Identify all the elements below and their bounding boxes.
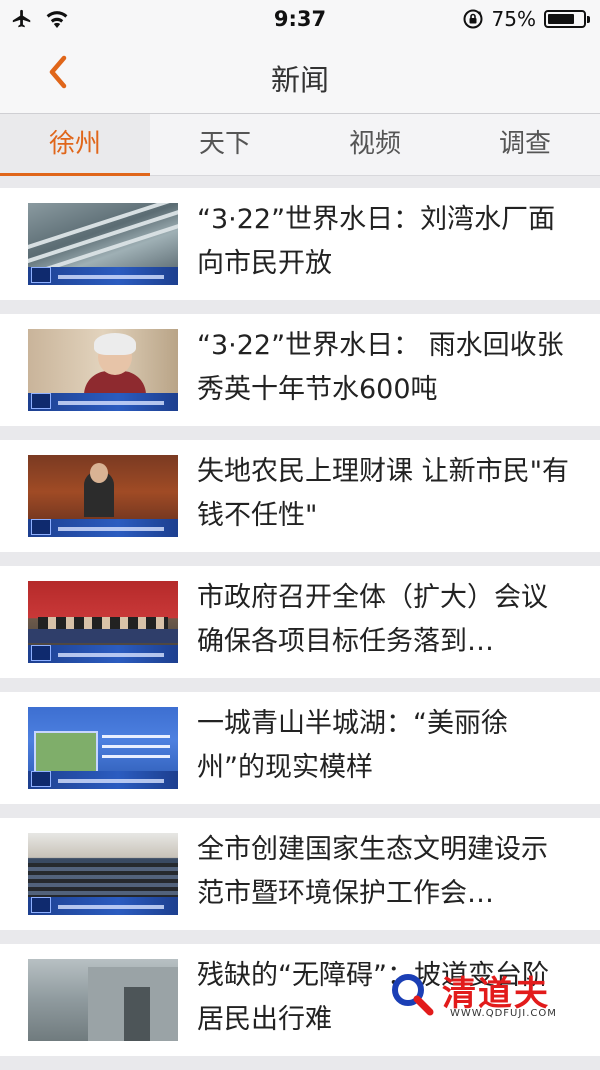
news-thumbnail — [28, 455, 178, 537]
news-list: “3·22”世界水日：刘湾水厂面向市民开放 “3·22”世界水日： 雨水回收张秀… — [0, 188, 600, 1070]
news-item[interactable]: 失地农民上理财课 让新市民"有钱不任性" — [0, 440, 600, 552]
news-title: “3·22”世界水日： 雨水回收张秀英十年节水600吨 — [197, 330, 564, 405]
news-thumbnail — [28, 959, 178, 1041]
news-item[interactable]: “3·22”世界水日： 雨水回收张秀英十年节水600吨 — [0, 314, 600, 426]
watermark-url: WWW.QDFUJI.COM — [450, 1008, 557, 1019]
status-right-icons: 75% — [462, 7, 590, 31]
status-bar: 9:37 75% — [0, 0, 600, 40]
news-title: 一城青山半城湖：“美丽徐州”的现实模样 — [197, 708, 508, 783]
news-item[interactable]: 全市创建国家生态文明建设示范市暨环境保护工作会… — [0, 818, 600, 930]
navigation-bar: 新闻 — [0, 40, 600, 114]
news-title: “3·22”世界水日：刘湾水厂面向市民开放 — [197, 204, 556, 279]
news-title: 全市创建国家生态文明建设示范市暨环境保护工作会… — [197, 834, 548, 909]
battery-percent: 75% — [491, 7, 536, 31]
tab-label: 调查 — [498, 129, 551, 159]
news-thumbnail — [28, 581, 178, 663]
tab-tianxia[interactable]: 天下 — [150, 114, 300, 175]
news-title: 市政府召开全体（扩大）会议 确保各项目标任务落到… — [197, 582, 548, 657]
battery-icon — [544, 10, 590, 28]
news-item[interactable]: “3·22”世界水日：刘湾水厂面向市民开放 — [0, 188, 600, 300]
category-tabs: 徐州 天下 视频 调查 — [0, 114, 600, 176]
news-thumbnail — [28, 833, 178, 915]
news-title: 失地农民上理财课 让新市民"有钱不任性" — [197, 456, 570, 531]
news-thumbnail — [28, 329, 178, 411]
news-thumbnail — [28, 203, 178, 285]
news-thumbnail — [28, 707, 178, 789]
news-item[interactable]: 市政府召开全体（扩大）会议 确保各项目标任务落到… — [0, 566, 600, 678]
tab-label: 天下 — [198, 129, 251, 159]
tab-video[interactable]: 视频 — [300, 114, 450, 175]
news-item[interactable]: 一城青山半城湖：“美丽徐州”的现实模样 — [0, 692, 600, 804]
rotation-lock-icon — [463, 9, 483, 29]
battery-level — [548, 14, 574, 24]
watermark-logo: 清道夫 WWW.QDFUJI.COM — [390, 964, 590, 1022]
tab-xuzhou[interactable]: 徐州 — [0, 114, 150, 176]
page-title: 新闻 — [270, 63, 329, 97]
tab-survey[interactable]: 调查 — [450, 114, 600, 175]
tab-label: 徐州 — [48, 129, 101, 159]
tab-label: 视频 — [348, 129, 401, 159]
magnifier-logo-icon — [392, 974, 434, 1016]
